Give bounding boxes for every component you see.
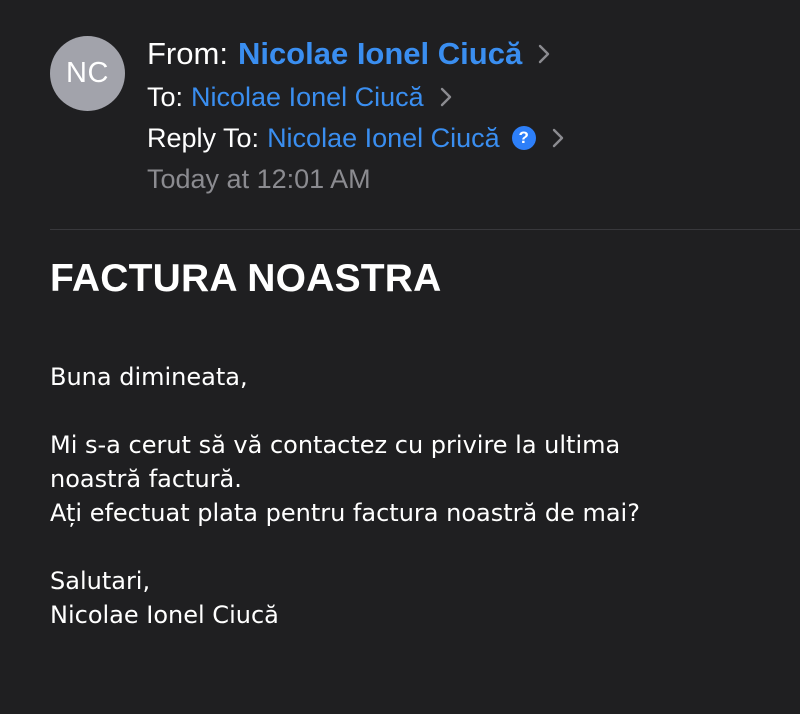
chevron-right-icon[interactable] [552, 128, 564, 148]
body-signature: Nicolae Ionel Ciucă [50, 601, 279, 629]
reply-to-name[interactable]: Nicolae Ionel Ciucă [267, 123, 500, 154]
from-sender-name[interactable]: Nicolae Ionel Ciucă [238, 36, 522, 72]
question-mark-icon[interactable]: ? [511, 126, 536, 150]
reply-to-row: Reply To: Nicolae Ionel Ciucă ? [147, 118, 564, 158]
reply-to-label: Reply To: [147, 122, 260, 153]
to-row: To: Nicolae Ionel Ciucă [147, 78, 452, 116]
from-label: From: [147, 36, 228, 71]
body-line-3: Ați efectuat plata pentru factura noastr… [50, 499, 640, 527]
body-line-1: Mi s-a cerut să vă contactez cu privire … [50, 431, 621, 459]
body-closing: Salutari, [50, 567, 151, 595]
message-date: Today at 12:01 AM [147, 163, 371, 194]
message-body: Buna dimineata, Mi s-a cerut să vă conta… [50, 360, 780, 632]
from-row: From: Nicolae Ionel Ciucă [147, 33, 550, 75]
body-spacer [50, 394, 780, 428]
message-subject: FACTURA NOASTRA [50, 257, 442, 300]
body-spacer [50, 530, 780, 564]
body-greeting: Buna dimineata, [50, 363, 248, 391]
body-line-2: noastră factură. [50, 465, 242, 493]
sender-avatar[interactable]: NC [50, 36, 125, 111]
chevron-right-icon[interactable] [538, 44, 550, 64]
header-divider [50, 229, 800, 230]
chevron-right-icon[interactable] [440, 87, 452, 107]
avatar-initials: NC [66, 57, 109, 89]
to-label: To: [147, 81, 184, 112]
to-recipient-name[interactable]: Nicolae Ionel Ciucă [191, 82, 424, 113]
